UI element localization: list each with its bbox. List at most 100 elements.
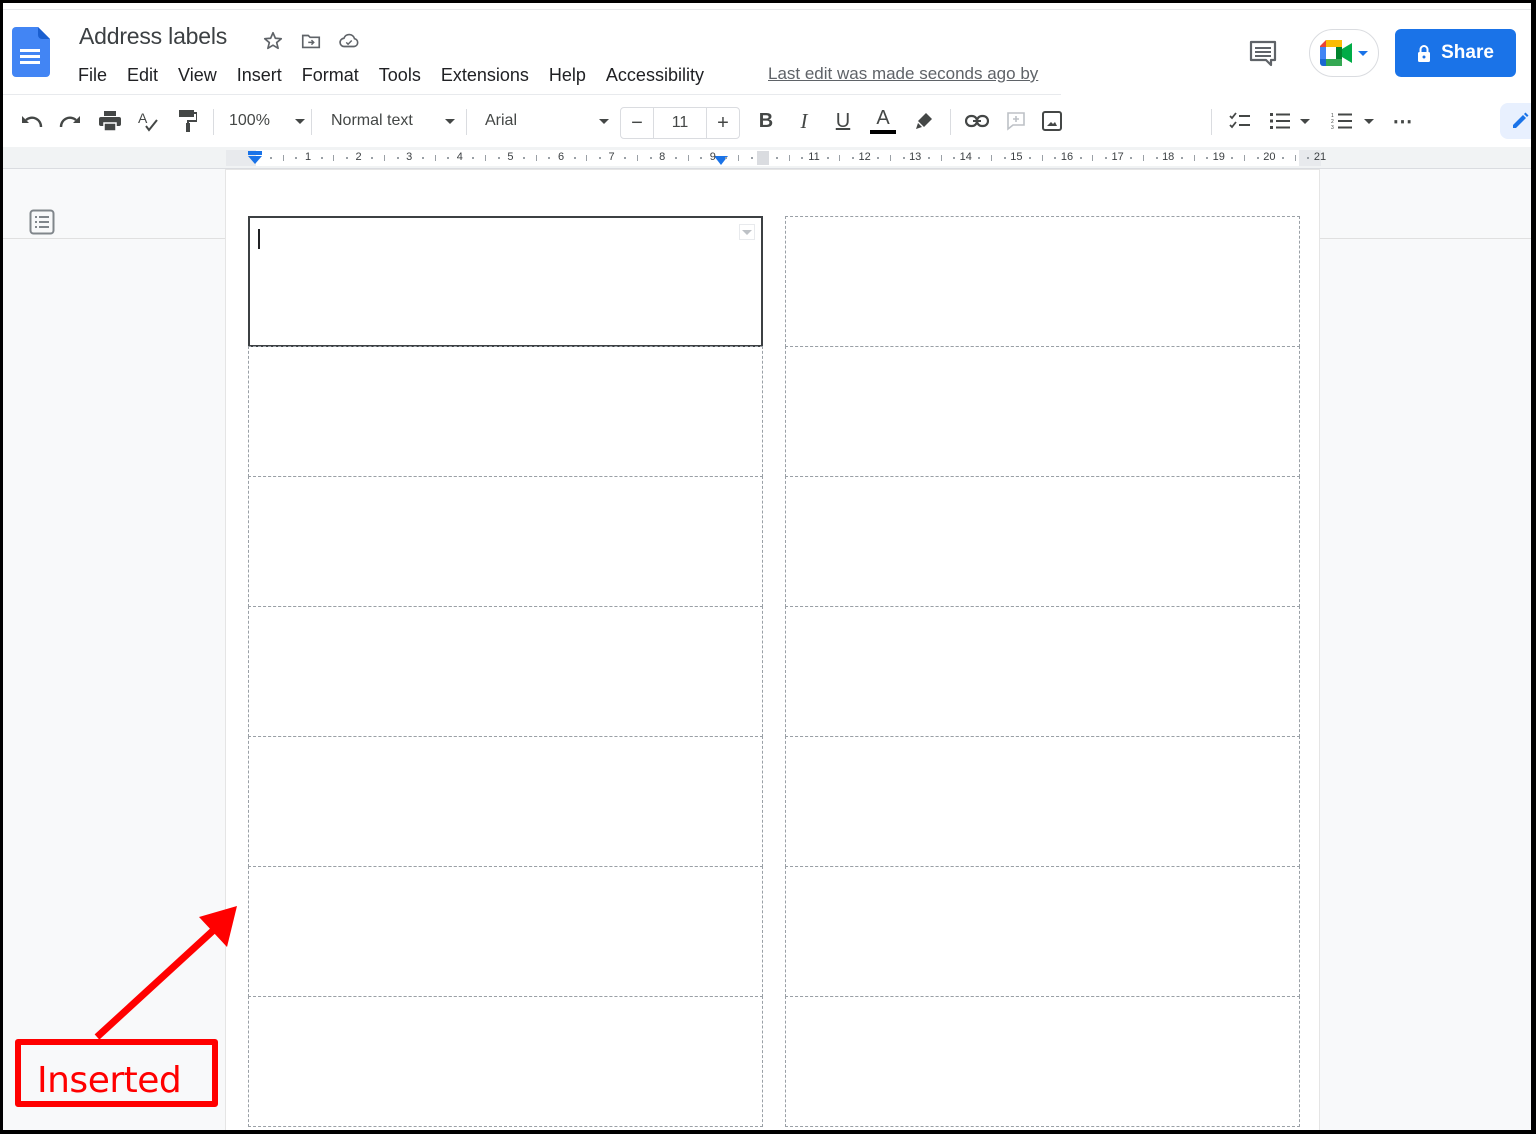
move-to-folder-icon[interactable] [299, 29, 323, 53]
label-cell[interactable] [248, 606, 763, 737]
menu-tools[interactable]: Tools [379, 63, 431, 88]
label-cell[interactable] [248, 216, 763, 347]
underline-button[interactable]: U [828, 105, 858, 137]
toolbar-divider [311, 109, 312, 135]
share-button[interactable]: Share [1395, 29, 1516, 77]
bulleted-list-dropdown-icon[interactable] [1297, 105, 1313, 137]
ruler-tick [1003, 157, 1006, 159]
ruler-tick [1130, 157, 1133, 159]
ruler-tick [788, 155, 790, 161]
docs-logo-icon[interactable] [12, 27, 50, 77]
paint-format-icon[interactable] [173, 105, 203, 137]
column-separator-handle[interactable] [757, 151, 769, 165]
increase-font-size-button[interactable]: + [707, 108, 739, 138]
cell-menu-button[interactable] [739, 224, 755, 240]
horizontal-ruler[interactable]: 1 2 3 4 5 6 7 8 9 11 12 13 14 15 16 17 18 19 20 21 [3, 147, 1531, 169]
text-color-button[interactable]: A [867, 105, 899, 137]
ruler-tick [750, 157, 753, 159]
bold-button[interactable]: B [751, 105, 781, 137]
app-window: Address labels File Edit View Insert For… [3, 3, 1531, 1130]
add-comment-icon[interactable] [1001, 105, 1031, 137]
ruler-tick [573, 157, 576, 159]
menu-accessibility[interactable]: Accessibility [606, 63, 714, 88]
editing-mode-button[interactable] [1500, 103, 1531, 139]
label-cell[interactable] [248, 346, 763, 477]
paragraph-style-select[interactable]: Normal text [331, 105, 455, 137]
ruler-number: 17 [1111, 151, 1124, 163]
left-indent-marker-icon[interactable] [247, 151, 263, 165]
ruler-number: 8 [659, 151, 666, 163]
ruler-number: 9 [709, 151, 716, 163]
toolbar-divider [950, 109, 951, 135]
menu-file[interactable]: File [78, 63, 117, 88]
menu-insert[interactable]: Insert [237, 63, 292, 88]
label-cell[interactable] [785, 606, 1300, 737]
star-icon[interactable] [261, 29, 285, 53]
menu-extensions[interactable]: Extensions [441, 63, 539, 88]
comment-history-icon[interactable] [1247, 37, 1279, 69]
zoom-select[interactable]: 100% [229, 105, 305, 137]
last-edit-link[interactable]: Last edit was made seconds ago by [768, 64, 1061, 84]
font-family-select[interactable]: Arial [485, 105, 609, 137]
ruler-tick [1041, 155, 1043, 161]
menu-help[interactable]: Help [549, 63, 596, 88]
highlight-color-icon[interactable] [909, 105, 939, 137]
checklist-icon[interactable] [1225, 105, 1255, 137]
print-icon[interactable] [95, 105, 125, 137]
ruler-tick [927, 157, 930, 159]
ruler-tick [826, 157, 829, 159]
ruler-tick [978, 157, 981, 159]
menu-edit[interactable]: Edit [127, 63, 168, 88]
label-cell[interactable] [785, 346, 1300, 477]
label-cell[interactable] [785, 996, 1300, 1127]
label-cell[interactable] [785, 476, 1300, 607]
font-size-control: − 11 + [620, 107, 740, 139]
redo-icon[interactable] [55, 105, 85, 137]
ruler-number: 7 [608, 151, 615, 163]
ruler-tick [636, 155, 638, 161]
ruler-tick [421, 157, 424, 159]
meet-icon [1320, 40, 1352, 66]
label-cell[interactable] [785, 216, 1300, 347]
bulleted-list-icon[interactable] [1265, 105, 1295, 137]
document-title[interactable]: Address labels [79, 23, 227, 50]
ruler-tick [535, 155, 537, 161]
label-cell[interactable] [248, 996, 763, 1127]
menu-view[interactable]: View [178, 63, 227, 88]
ruler-tick [586, 155, 588, 161]
font-size-input[interactable]: 11 [653, 108, 707, 138]
italic-button[interactable]: I [789, 105, 819, 137]
ruler-number: 20 [1263, 151, 1276, 163]
ruler-tick [1244, 155, 1246, 161]
ruler-tick [472, 157, 475, 159]
menu-format[interactable]: Format [302, 63, 369, 88]
ruler-tick [497, 157, 500, 159]
meet-button[interactable] [1309, 29, 1379, 77]
insert-link-icon[interactable] [961, 105, 993, 137]
ruler-tick [1206, 157, 1209, 159]
more-options-button[interactable]: ⋯ [1387, 105, 1417, 137]
label-cell[interactable] [248, 476, 763, 607]
label-cell[interactable] [248, 736, 763, 867]
ruler-tick [371, 157, 374, 159]
undo-icon[interactable] [17, 105, 47, 137]
insert-image-icon[interactable] [1037, 105, 1067, 137]
cloud-saved-icon[interactable] [337, 29, 361, 53]
font-family-value: Arial [485, 112, 518, 129]
toolbar-divider [466, 109, 467, 135]
label-cell[interactable] [785, 866, 1300, 997]
toolbar-divider [213, 109, 214, 135]
spellcheck-icon[interactable]: A [133, 105, 163, 137]
ruler-number: 15 [1010, 151, 1023, 163]
label-cell[interactable] [248, 866, 763, 997]
text-color-swatch [870, 130, 896, 134]
numbered-list-icon[interactable]: 123 [1327, 105, 1357, 137]
text-color-glyph: A [876, 107, 890, 129]
document-outline-icon[interactable] [29, 209, 55, 235]
ruler-tick [345, 157, 348, 159]
numbered-list-dropdown-icon[interactable] [1361, 105, 1377, 137]
label-cell[interactable] [785, 736, 1300, 867]
decrease-font-size-button[interactable]: − [621, 108, 653, 138]
ruler-number: 18 [1162, 151, 1175, 163]
toolbar: A 100% Normal text Arial − 11 + B I U A … [3, 95, 1531, 239]
